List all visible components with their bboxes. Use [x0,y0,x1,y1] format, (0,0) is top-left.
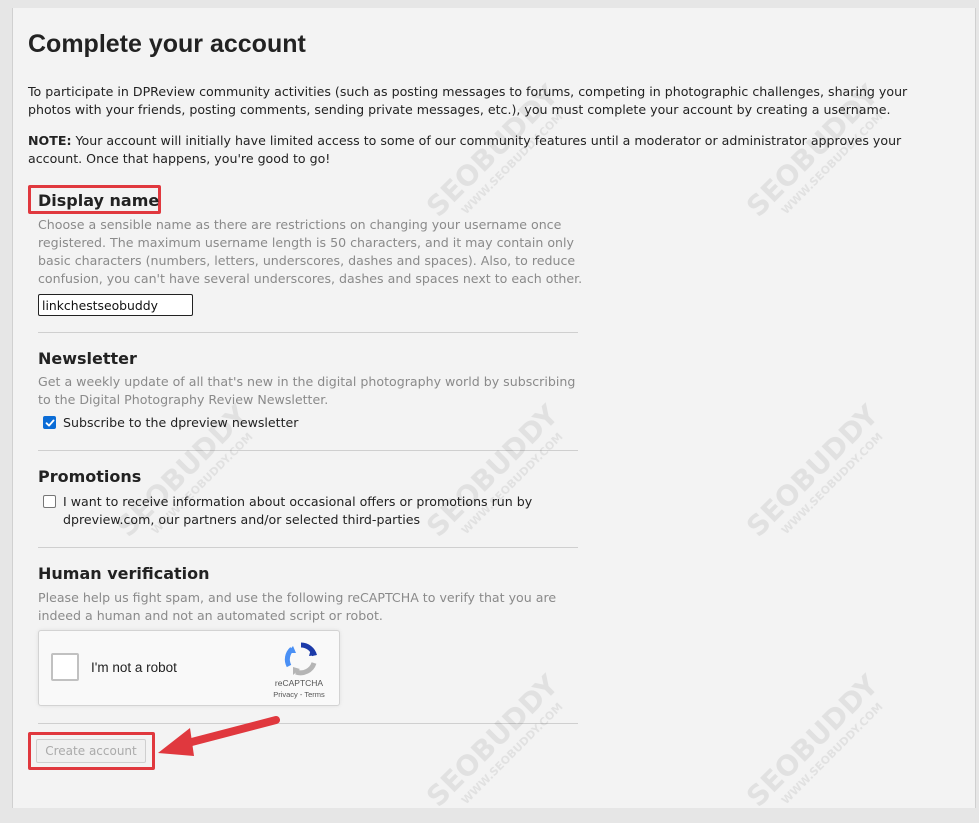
divider [38,547,578,548]
recaptcha-privacy-link[interactable]: Privacy [273,690,298,699]
note-label: NOTE: [28,133,72,148]
newsletter-option[interactable]: Subscribe to the dpreview newsletter [38,414,298,432]
display-name-description: Choose a sensible name as there are rest… [38,217,583,286]
note-text: Your account will initially have limited… [28,133,902,166]
promotions-title: Promotions [38,467,142,486]
display-name-title: Display name [38,191,160,210]
recaptcha-checkbox[interactable] [51,653,79,681]
recaptcha-terms-link[interactable]: Terms [304,690,324,699]
recaptcha-label: I'm not a robot [91,660,177,675]
checkmark-icon [45,419,54,426]
recaptcha-brand: reCAPTCHA [274,678,324,688]
newsletter-checkbox-label: Subscribe to the dpreview newsletter [63,415,299,430]
newsletter-title: Newsletter [38,349,137,368]
page-title: Complete your account [28,30,306,58]
newsletter-checkbox[interactable] [43,416,56,429]
recaptcha-logo-icon [284,642,317,676]
divider [38,332,578,333]
divider [38,450,578,451]
promotions-checkbox-label: I want to receive information about occa… [63,494,533,527]
newsletter-description: Get a weekly update of all that's new in… [38,374,576,407]
promotions-option[interactable]: I want to receive information about occa… [38,493,538,529]
recaptcha-widget: I'm not a robot reCAPTCHA Privacy - Term… [38,630,340,706]
pointer-arrow-icon [158,716,280,756]
promotions-checkbox[interactable] [43,495,56,508]
intro-paragraph: To participate in DPReview community act… [28,84,908,117]
display-name-input[interactable] [38,294,193,316]
verification-description: Please help us fight spam, and use the f… [38,590,557,623]
note-paragraph: NOTE: Your account will initially have l… [28,132,953,168]
divider [38,723,578,724]
verification-title: Human verification [38,564,210,583]
create-account-button[interactable]: Create account [36,739,146,763]
recaptcha-links: Privacy - Terms [263,690,335,699]
